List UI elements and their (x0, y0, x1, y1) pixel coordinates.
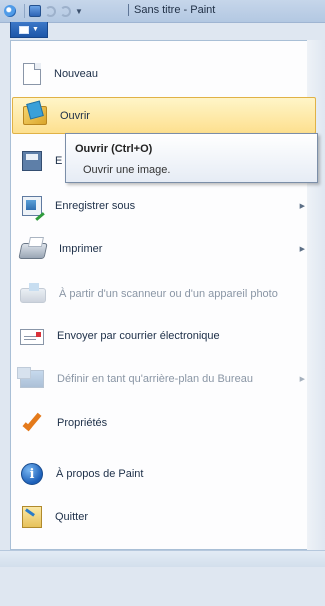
submenu-arrow-icon: ▶ (299, 375, 305, 383)
tooltip-description: Ouvrir une image. (83, 164, 171, 176)
window-title-text: Sans titre - Paint (134, 4, 216, 16)
menu-item-label: À propos de Paint (56, 467, 144, 480)
submenu-arrow-icon: ▶ (299, 245, 305, 253)
menu-item-quit[interactable]: Quitter (10, 498, 315, 535)
tooltip: Ouvrir (Ctrl+O) Ouvrir une image. (65, 133, 318, 183)
window-title: Sans titre - Paint (128, 4, 216, 17)
redo-icon[interactable] (60, 5, 71, 17)
toolbar-separator (24, 4, 25, 18)
menu-item-save-as[interactable]: Enregistrer sous ▶ (10, 187, 315, 224)
menu-item-label: Imprimer (59, 242, 103, 255)
email-icon (20, 328, 44, 345)
paint-menu-button[interactable]: ▼ (10, 22, 48, 38)
menu-item-label: E (55, 154, 63, 167)
submenu-arrow-icon: ▶ (299, 202, 305, 210)
undo-icon[interactable] (45, 5, 56, 17)
menu-item-label: À partir d'un scanneur ou d'un appareil … (59, 287, 278, 300)
menu-item-from-scanner: À partir d'un scanneur ou d'un appareil … (10, 275, 315, 312)
menu-item-label: Propriétés (57, 416, 108, 429)
menu-item-new[interactable]: Nouveau (10, 55, 315, 92)
chevron-down-icon: ▼ (32, 26, 39, 33)
menu-item-label: Définir en tant qu'arrière-plan du Burea… (57, 372, 253, 385)
desktop-background-icon (17, 366, 44, 388)
new-document-icon (23, 62, 41, 85)
printer-icon (18, 242, 48, 259)
tooltip-title: Ouvrir (Ctrl+O) (75, 143, 153, 155)
open-folder-icon (23, 106, 47, 125)
menu-item-open[interactable]: Ouvrir (12, 97, 316, 134)
title-bar: ▼ Sans titre - Paint (0, 0, 325, 23)
menu-item-label: Envoyer par courrier électronique (57, 329, 220, 342)
save-icon[interactable] (29, 5, 41, 17)
menu-item-properties[interactable]: Propriétés (10, 404, 315, 441)
save-as-icon (22, 195, 42, 216)
customize-toolbar-dropdown-icon[interactable]: ▼ (75, 7, 83, 16)
info-icon (21, 462, 43, 485)
menu-item-send-email[interactable]: Envoyer par courrier électronique (10, 317, 315, 354)
menu-item-label: Nouveau (54, 67, 99, 80)
menu-item-label: Enregistrer sous (55, 199, 136, 212)
floppy-save-icon (22, 150, 42, 171)
menu-item-print[interactable]: Imprimer ▶ (10, 230, 315, 267)
paint-app-icon[interactable] (4, 5, 16, 17)
menu-item-label: Ouvrir (60, 109, 90, 122)
menu-item-about[interactable]: À propos de Paint (10, 455, 315, 492)
menu-bottom-bar (0, 550, 325, 567)
paint-menu-icon (19, 25, 30, 34)
checkmark-icon (20, 411, 44, 435)
quick-access-toolbar: ▼ (4, 3, 86, 19)
scanner-icon (20, 283, 46, 303)
exit-icon (22, 505, 42, 528)
menu-item-set-desktop-background: Définir en tant qu'arrière-plan du Burea… (10, 360, 315, 397)
menu-item-label: Quitter (55, 510, 89, 523)
